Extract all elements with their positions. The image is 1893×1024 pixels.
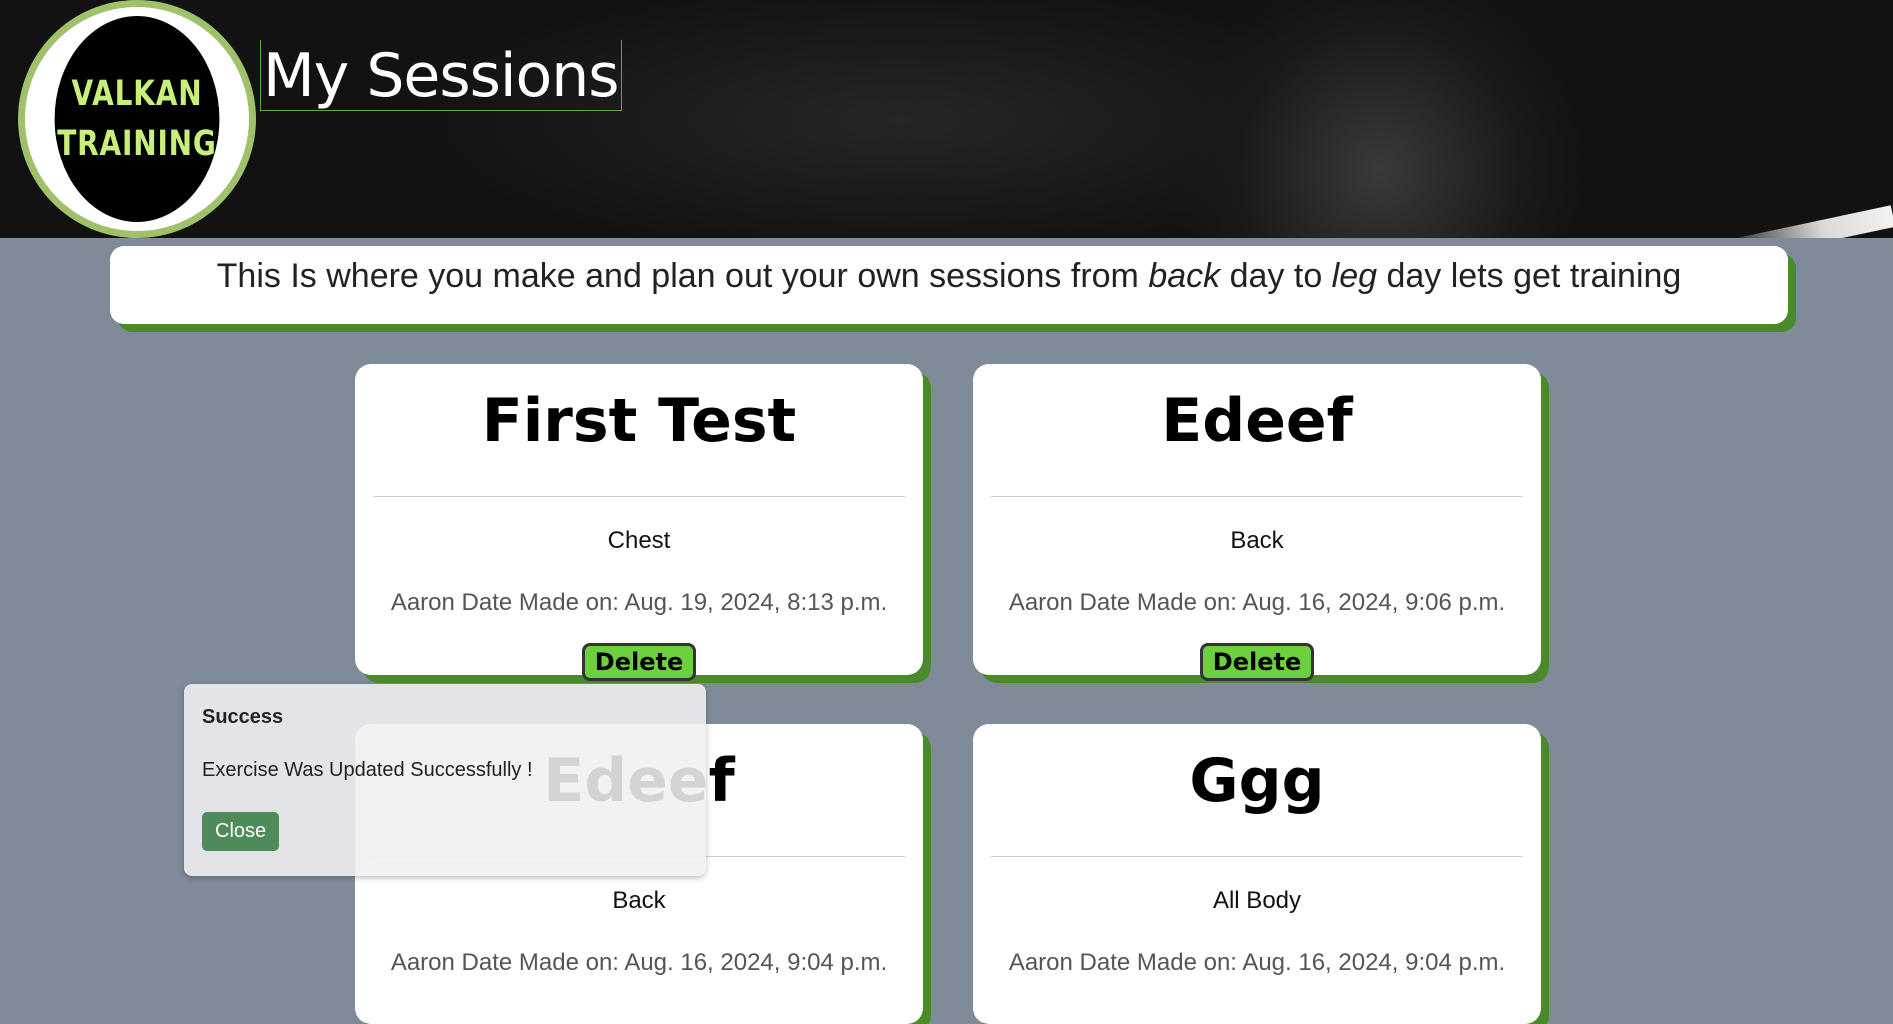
logo[interactable]: VALKAN TRAINING [18,0,256,238]
toast-message: Exercise Was Updated Successfully ! [202,759,533,781]
session-title: Edeef [1161,386,1353,456]
intro-text-1: This Is where you make and plan out your… [216,257,1149,295]
hero-banner [0,0,1893,238]
toast-close-button[interactable]: Close [202,812,280,851]
card-divider [991,496,1523,497]
logo-line-2: TRAINING [57,124,217,164]
logo-ring: VALKAN TRAINING [25,7,249,231]
session-category: Chest [607,527,671,554]
session-card: Ggg All Body Aaron Date Made on: Aug. 16… [973,724,1541,1024]
delete-button[interactable]: Delete [581,643,697,681]
session-card: First Test Chest Aaron Date Made on: Aug… [355,364,923,681]
session-meta: Aaron Date Made on: Aug. 16, 2024, 9:04 … [390,949,888,976]
card-divider [991,856,1523,857]
session-title: Ggg [1189,746,1325,816]
session-category: All Body [1212,887,1302,914]
toast-title: Success [202,706,284,728]
session-meta: Aaron Date Made on: Aug. 16, 2024, 9:06 … [1008,589,1506,616]
intro-emphasis-leg: leg [1331,257,1378,295]
intro-emphasis-back: back [1148,257,1221,295]
intro-text-2: day to [1220,257,1332,295]
session-category: Back [1230,527,1284,554]
card-divider [373,496,905,497]
intro-banner: This Is where you make and plan out your… [110,246,1788,324]
logo-line-1: VALKAN [71,74,203,114]
intro-text-3: day lets get training [1377,257,1682,295]
session-meta: Aaron Date Made on: Aug. 16, 2024, 9:04 … [1008,949,1506,976]
hero-decoration [1714,205,1893,238]
session-category: Back [612,887,666,914]
page-title: My Sessions [260,40,622,112]
session-meta: Aaron Date Made on: Aug. 19, 2024, 8:13 … [390,589,888,616]
session-title: First Test [481,386,797,456]
delete-button[interactable]: Delete [1199,643,1315,681]
session-card: Edeef Back Aaron Date Made on: Aug. 16, … [973,364,1541,681]
success-toast: Success Exercise Was Updated Successfull… [184,684,706,876]
logo-text: VALKAN TRAINING [54,16,220,222]
